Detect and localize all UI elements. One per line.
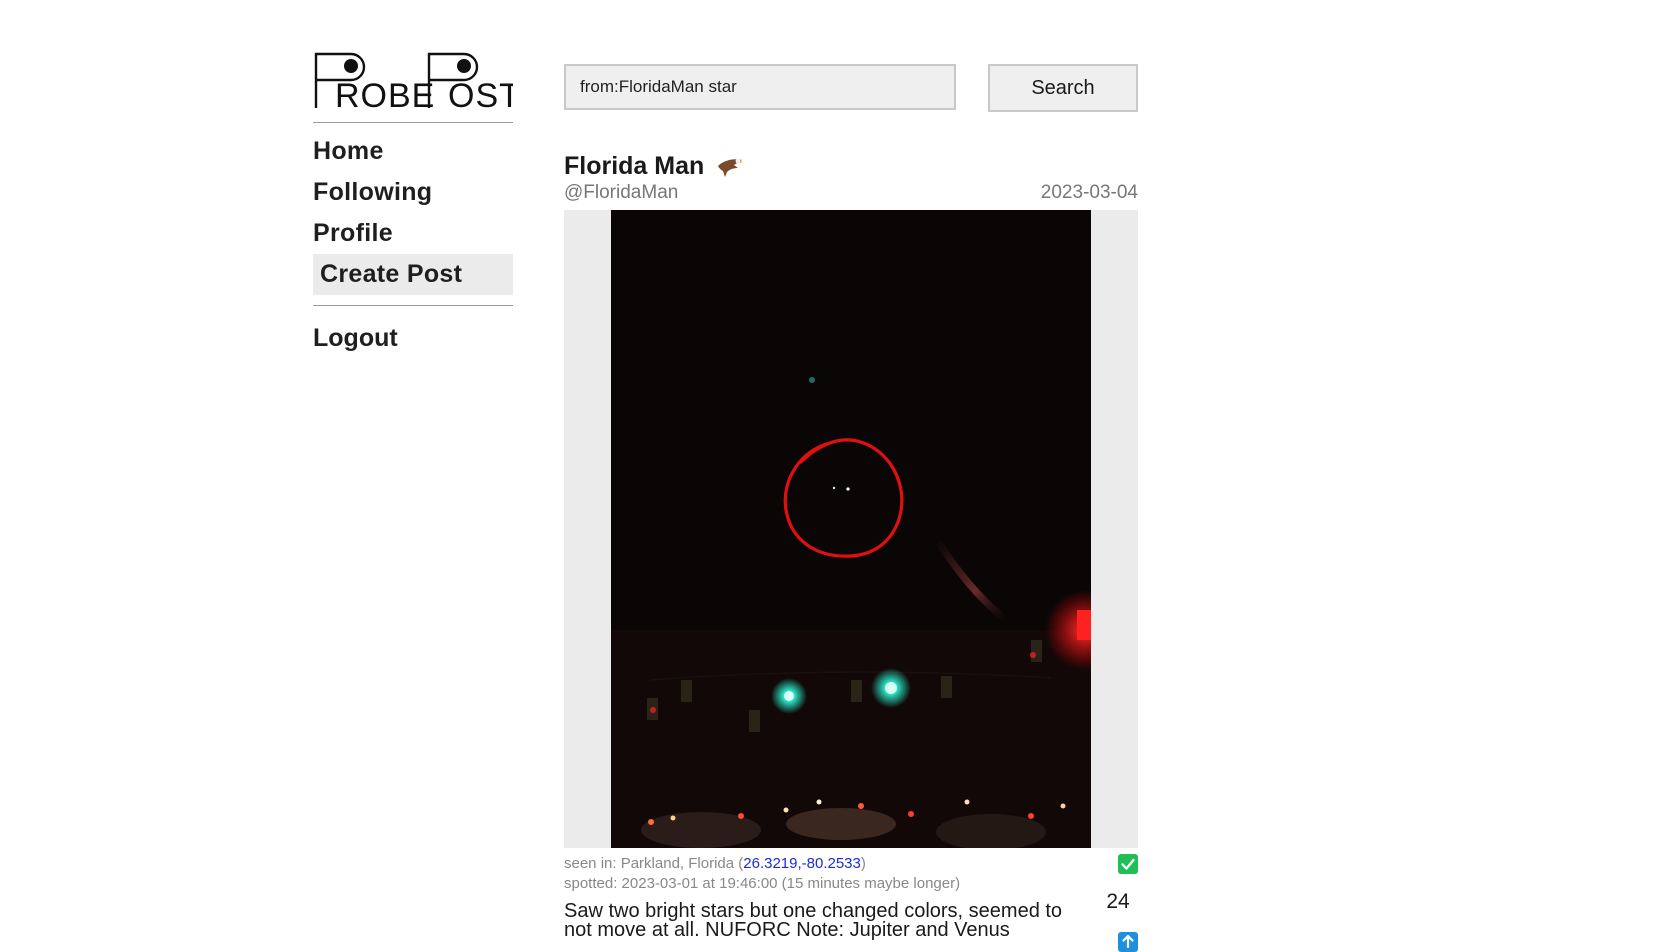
eagle-icon: [718, 158, 743, 177]
verified-check-icon[interactable]: [1118, 854, 1138, 874]
svg-text:OST: OST: [448, 77, 513, 110]
nav-divider: [313, 305, 513, 306]
post-image-frame: [564, 210, 1138, 848]
search-button[interactable]: Search: [988, 64, 1138, 112]
vote-count: 24: [1106, 890, 1130, 913]
logo-divider: [313, 122, 513, 123]
location-coordinates-link[interactable]: 26.3219,-80.2533: [743, 855, 861, 872]
author-name[interactable]: Florida Man: [564, 152, 704, 181]
svg-text:ROBE: ROBE: [335, 77, 435, 110]
probepost-logo[interactable]: ROBE OST: [313, 52, 513, 110]
spotted-line: spotted: 2023-03-01 at 19:46:00 (15 minu…: [564, 875, 961, 892]
seen-in-prefix: seen in: Parkland, Florida (: [564, 855, 744, 872]
nav-item-home[interactable]: Home: [313, 131, 513, 172]
author-handle[interactable]: @FloridaMan: [564, 182, 678, 204]
upvote-icon[interactable]: [1118, 932, 1138, 952]
sidebar: ROBE OST Home Following Profile Create P…: [313, 52, 513, 359]
search-input[interactable]: [564, 64, 956, 110]
main-nav: Home Following Profile Create Post: [313, 131, 513, 295]
nav-item-create-post[interactable]: Create Post: [313, 254, 513, 295]
post-card: Florida Man @FloridaMan 2023-03-04 seen …: [564, 152, 1138, 952]
post-meta: seen in: Parkland, Florida (26.3219,-80.…: [564, 854, 1084, 894]
post-date: 2023-03-04: [1040, 182, 1138, 203]
night-sky-photo[interactable]: [611, 210, 1091, 848]
logout-link[interactable]: Logout: [313, 318, 513, 359]
seen-in-suffix: ): [860, 855, 866, 872]
nav-item-profile[interactable]: Profile: [313, 213, 513, 254]
seen-in-line: seen in: Parkland, Florida (26.3219,-80.…: [564, 854, 1084, 874]
post-body-text: Saw two bright stars but one changed col…: [564, 900, 1063, 941]
post-header: Florida Man @FloridaMan 2023-03-04: [564, 152, 1138, 210]
nav-item-following[interactable]: Following: [313, 172, 513, 213]
